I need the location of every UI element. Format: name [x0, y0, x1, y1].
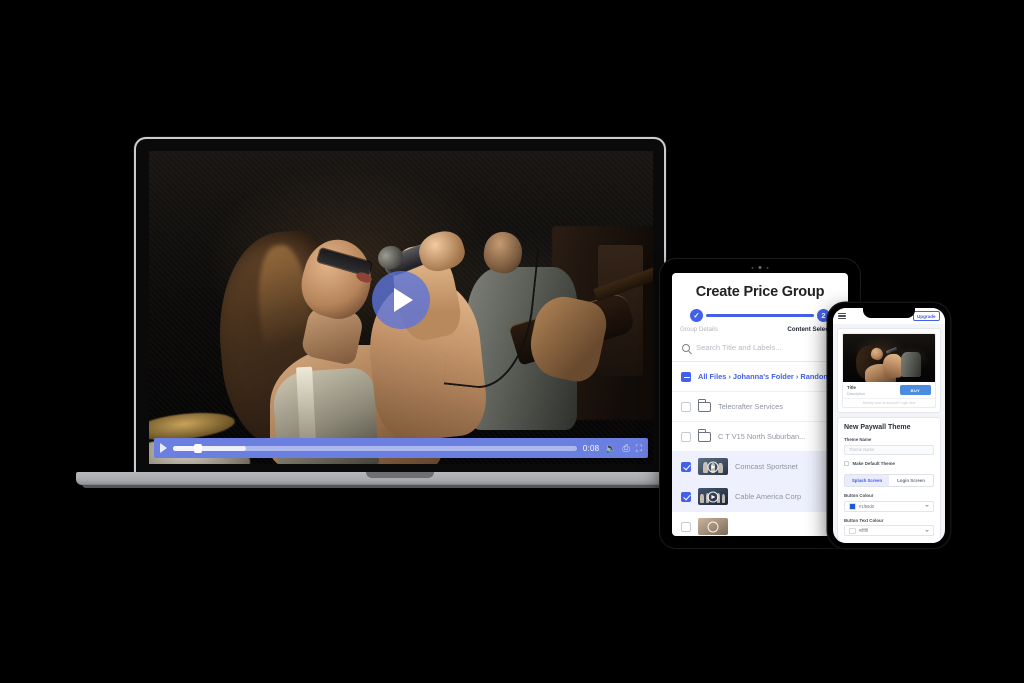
button-colour-select[interactable]: #1f59d0 — [844, 500, 934, 512]
colour-swatch — [849, 527, 856, 535]
thumb-figure — [700, 493, 704, 503]
laptop-base-shadow — [82, 484, 718, 488]
paywall-theme-panel: New Paywall Theme Theme Name Theme Name … — [837, 417, 941, 543]
search-input[interactable]: Search Title and Labels... — [672, 333, 848, 361]
play-circle-icon[interactable] — [372, 270, 430, 329]
sensor-dot — [751, 266, 754, 269]
folder-icon — [697, 399, 711, 412]
row-checkbox[interactable] — [681, 521, 691, 532]
play-icon — [711, 494, 716, 499]
step-1-label: Group Details — [680, 326, 718, 333]
video-control-bar[interactable]: 0:08 🔈 ⎙ ⛶ — [154, 438, 648, 458]
laptop-screen: 0:08 🔈 ⎙ ⛶ — [149, 151, 653, 464]
thumb-figure — [702, 462, 708, 474]
paywall-preview-card: Title Description BUY Already have an ac… — [837, 328, 941, 413]
video-thumbnail — [698, 488, 728, 505]
theme-name-placeholder: Theme Name — [849, 447, 875, 452]
laptop-lid: 0:08 🔈 ⎙ ⛶ — [134, 137, 666, 474]
thumb-figure — [716, 493, 720, 503]
step-1-marker[interactable]: ✓ — [690, 309, 703, 322]
panel-heading: New Paywall Theme — [844, 424, 911, 431]
button-text-colour-label: Button Text Colour — [844, 517, 884, 523]
row-checkbox[interactable] — [681, 401, 691, 412]
thumb-figure — [718, 462, 724, 474]
table-row[interactable]: Cable America Corp — [672, 482, 848, 512]
table-row[interactable]: Comcast Sportsnet — [672, 452, 848, 482]
tablet-sensor-dots — [751, 266, 769, 269]
button-text-colour-value: #ffffff — [859, 528, 868, 534]
play-icon[interactable] — [160, 443, 167, 453]
table-row[interactable]: Telecrafter Services — [672, 392, 848, 422]
select-all-checkbox[interactable] — [681, 371, 691, 382]
folder-icon — [697, 429, 711, 442]
row-label: Telecrafter Services — [718, 402, 783, 411]
captions-icon[interactable]: ⎙ — [622, 443, 629, 453]
screen-tabs[interactable]: Splash Screen Login Screen — [844, 473, 934, 488]
search-placeholder: Search Title and Labels... — [696, 343, 782, 352]
row-label: Cable America Corp — [735, 492, 802, 501]
theme-name-input[interactable]: Theme Name — [844, 444, 934, 455]
table-row[interactable]: C T V15 North Suburban... — [672, 422, 848, 452]
chevron-down-icon[interactable] — [925, 529, 929, 532]
screenshot-stage: 0:08 🔈 ⎙ ⛶ Create Price Group ✓ 2 Group … — [0, 0, 1024, 683]
make-default-theme-checkbox[interactable]: Make Default Theme — [844, 460, 934, 466]
tab-login-screen[interactable]: Login Screen — [889, 475, 933, 487]
video-time-label: 0:08 — [582, 443, 600, 453]
preview-guitarist — [900, 351, 922, 377]
search-icon — [682, 343, 690, 352]
page-title: Create Price Group — [695, 284, 825, 300]
phone-screen: Upgrade Title Description BUY Already ha… — [833, 308, 945, 543]
table-row-partial[interactable] — [672, 512, 848, 536]
buy-button[interactable]: BUY — [899, 385, 931, 396]
row-label: Comcast Sportsnet — [735, 462, 798, 471]
row-checkbox[interactable] — [681, 491, 691, 502]
breadcrumb-row[interactable]: All Files › Johanna's Folder › Random — [672, 362, 848, 392]
colour-swatch — [849, 503, 856, 510]
video-progress-track[interactable] — [173, 443, 577, 453]
wizard-stepper: ✓ 2 — [672, 307, 848, 322]
laptop-base-notch — [366, 472, 434, 478]
phone-device: Upgrade Title Description BUY Already ha… — [828, 303, 950, 548]
upgrade-button[interactable]: Upgrade — [912, 310, 940, 322]
breadcrumb[interactable]: All Files › Johanna's Folder › Random — [698, 372, 830, 381]
file-list: All Files › Johanna's Folder › Random Te… — [672, 361, 848, 536]
button-colour-label: Button Colour — [844, 493, 874, 499]
camera-icon — [758, 266, 762, 269]
stepper-labels: Group Details Content Selection — [672, 322, 848, 333]
video-thumbnail — [698, 458, 728, 475]
hamburger-menu-icon[interactable] — [838, 312, 846, 320]
button-colour-value: #1f59d0 — [859, 503, 875, 509]
preview-description: Description — [847, 391, 865, 396]
play-icon — [711, 464, 716, 469]
make-default-theme-label: Make Default Theme — [852, 460, 895, 466]
fullscreen-icon[interactable]: ⛶ — [636, 443, 642, 453]
row-checkbox[interactable] — [681, 431, 691, 442]
thumb-figure — [722, 494, 726, 503]
preview-meta: Title Description BUY — [843, 382, 935, 398]
phone-notch — [863, 308, 915, 318]
chevron-down-icon[interactable] — [925, 505, 929, 508]
theme-name-label: Theme Name — [844, 437, 872, 442]
laptop-device: 0:08 🔈 ⎙ ⛶ — [76, 137, 724, 488]
sensor-dot — [766, 266, 769, 269]
preview-title: Title — [847, 385, 856, 390]
row-label: C T V15 North Suburban... — [718, 432, 806, 441]
tablet-screen: Create Price Group ✓ 2 Group Details Con… — [672, 273, 848, 536]
video-thumbnail — [698, 518, 728, 535]
tab-splash-screen[interactable]: Splash Screen — [845, 474, 889, 487]
stepper-connector — [706, 314, 814, 317]
row-checkbox[interactable] — [681, 461, 691, 472]
checkbox-box — [844, 460, 849, 466]
preview-login-link[interactable]: Already have an account? Login here — [843, 397, 935, 408]
preview-inner: Title Description BUY Already have an ac… — [842, 333, 936, 408]
play-triangle-icon — [394, 287, 413, 312]
preview-image — [843, 334, 935, 382]
volume-icon[interactable]: 🔈 — [605, 443, 616, 453]
button-text-colour-select[interactable]: #ffffff — [844, 525, 934, 537]
thumb-figure — [705, 493, 710, 503]
video-scrubber-handle[interactable] — [194, 443, 202, 453]
